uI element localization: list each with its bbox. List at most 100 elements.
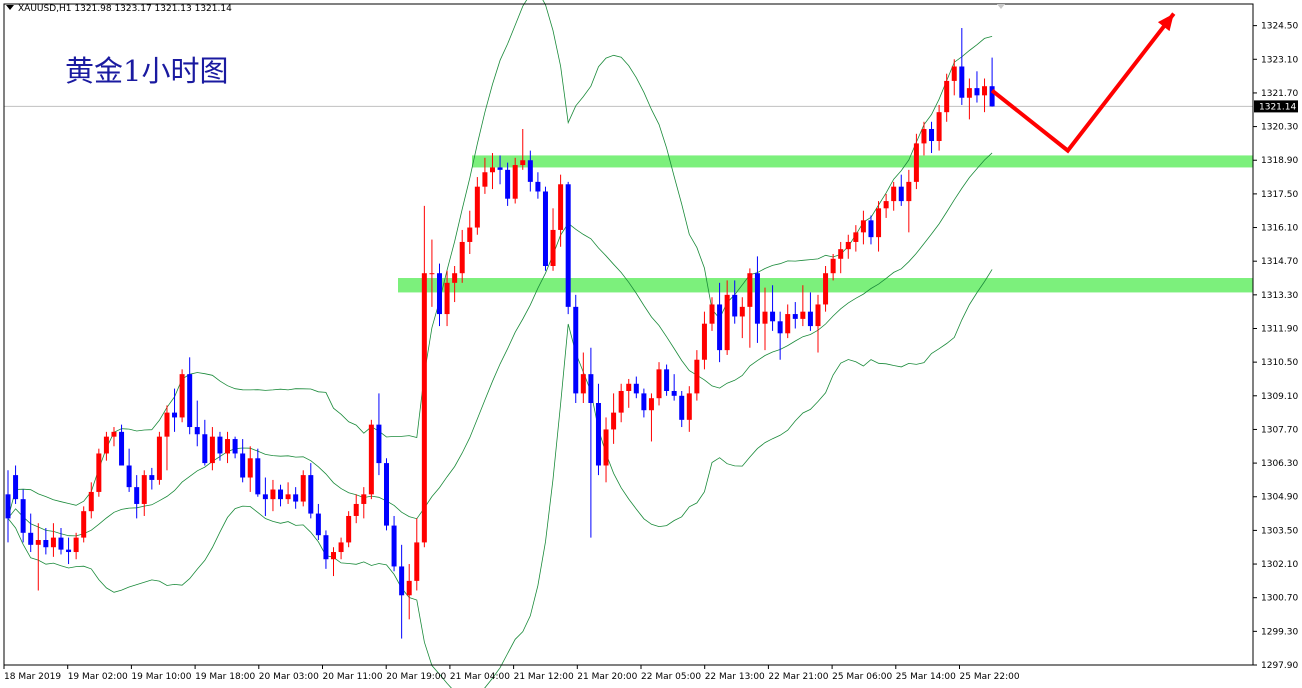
candle-body (414, 542, 420, 581)
candle-body (376, 424, 382, 464)
candle-body (209, 436, 215, 464)
candle-body (633, 383, 639, 394)
candle-body (240, 453, 246, 478)
candle-body (664, 369, 670, 391)
y-tick-label: 1299.30 (1261, 627, 1298, 637)
candle-body (603, 429, 609, 466)
candle-body (270, 489, 276, 500)
candle-body (35, 540, 41, 545)
candle-body (81, 511, 87, 538)
candle-body (739, 306, 745, 317)
candle-body (701, 323, 707, 360)
candle-body (43, 540, 49, 548)
x-tick-label: 18 Mar 2019 (4, 672, 61, 682)
dropdown-triangle-icon[interactable] (6, 5, 14, 10)
candle-body (346, 515, 352, 543)
bollinger-middle (7, 152, 993, 537)
y-tick-label: 1323.10 (1261, 55, 1298, 65)
shift-marker-icon (997, 4, 1005, 9)
x-tick-label: 19 Mar 02:00 (68, 672, 128, 682)
candle-body (785, 314, 791, 334)
candle-body (285, 494, 291, 500)
y-tick-label: 1318.90 (1261, 156, 1298, 166)
y-tick-label: 1320.30 (1261, 123, 1298, 133)
candle-body (777, 321, 783, 334)
x-tick-label: 19 Mar 10:00 (131, 672, 191, 682)
candle-body (255, 458, 261, 495)
x-tick-label: 21 Mar 12:00 (514, 672, 574, 682)
y-tick-label: 1324.50 (1261, 22, 1298, 32)
candle-body (520, 160, 526, 166)
plot-frame (3, 3, 1254, 666)
price-chart[interactable]: 1324.50 1323.10 1321.70 1320.30 1318.90 1317.… (0, 0, 1302, 688)
y-tick-label: 1307.70 (1261, 425, 1298, 435)
candle-body (906, 181, 912, 202)
candle-body (611, 412, 617, 430)
candle-body (353, 503, 359, 516)
candle-body (262, 494, 268, 500)
candle-body (217, 436, 223, 454)
candle-body (944, 80, 950, 113)
candle-body (13, 475, 19, 500)
candle-body (747, 273, 753, 307)
x-tick-label: 20 Mar 11:00 (323, 672, 383, 682)
candle-body (179, 374, 185, 418)
candle-body (891, 186, 897, 202)
candle-body (489, 167, 495, 173)
candle-body (315, 513, 321, 536)
candle-body (323, 535, 329, 560)
candle-body (232, 439, 238, 454)
x-tick-label: 25 Mar 14:00 (896, 672, 956, 682)
candle-body (800, 311, 806, 319)
chart-window[interactable]: 1324.50 1323.10 1321.70 1320.30 1318.90 1317.… (0, 0, 1302, 688)
bollinger-lower (7, 269, 993, 688)
candle-body (527, 160, 533, 182)
x-tick-label: 22 Mar 05:00 (641, 672, 701, 682)
candle-body (361, 494, 367, 504)
y-tick-label: 1302.10 (1261, 560, 1298, 570)
candle-body (694, 359, 700, 394)
candle-body (164, 412, 170, 437)
y-tick-label: 1306.30 (1261, 459, 1298, 469)
candle-body (550, 229, 556, 266)
candle-body (807, 311, 813, 327)
candle-body (172, 412, 178, 418)
forecast-arrow (990, 12, 1176, 154)
x-tick-label: 19 Mar 18:00 (195, 672, 255, 682)
candle-body (73, 537, 79, 553)
candle-body (580, 374, 586, 394)
candle-body (50, 537, 56, 548)
y-tick-label: 1304.90 (1261, 493, 1298, 503)
y-tick-label: 1303.50 (1261, 526, 1298, 536)
candle-body (474, 186, 480, 228)
candle-body (338, 542, 344, 553)
y-tick-label: 1297.90 (1261, 661, 1298, 671)
candle-body (421, 273, 427, 543)
candle-body (247, 458, 253, 478)
candle-body (792, 314, 798, 319)
x-tick-label: 20 Mar 19:00 (386, 672, 446, 682)
candle-body (724, 294, 730, 351)
candle-body (482, 172, 488, 187)
candle-body (989, 86, 995, 107)
candle-body (28, 532, 34, 545)
candle-body (368, 424, 374, 495)
x-tick-label: 21 Mar 04:00 (450, 672, 510, 682)
candle-body (429, 273, 435, 275)
candle-body (974, 88, 980, 96)
candle-body (838, 249, 844, 259)
candle-body (732, 294, 738, 317)
current-price-label: 1321.14 (1259, 102, 1296, 112)
candle-body (762, 311, 768, 324)
candle-body (187, 374, 193, 428)
candle-body (823, 273, 829, 305)
candle-body (921, 128, 927, 144)
candle-body (641, 393, 647, 411)
candle-body (278, 489, 284, 500)
candle-body (853, 232, 859, 242)
y-tick-label: 1314.70 (1261, 257, 1298, 267)
candle-body (913, 143, 919, 182)
candle-body (686, 393, 692, 420)
candle-body (754, 273, 760, 324)
candle-body (497, 167, 503, 170)
